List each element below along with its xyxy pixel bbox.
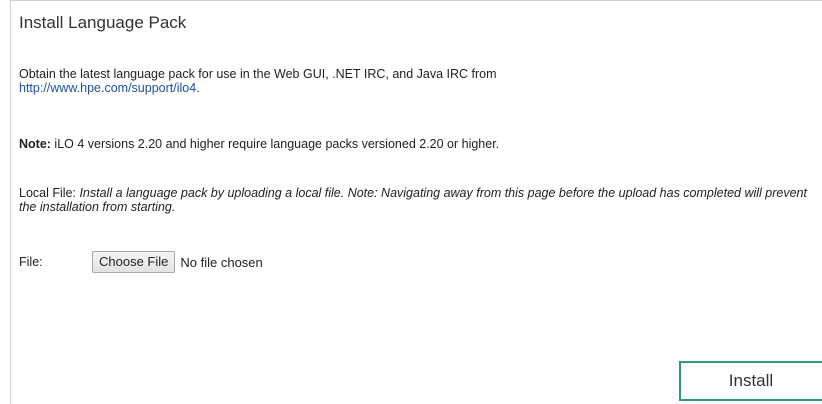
install-language-pack-panel: Install Language Pack Obtain the latest … — [10, 0, 822, 404]
file-input-row: File: Choose File No file chosen — [19, 251, 263, 273]
note-label: Note: — [19, 137, 51, 151]
support-link[interactable]: http://www.hpe.com/support/ilo4 — [19, 81, 196, 95]
install-button[interactable]: Install — [679, 361, 822, 401]
intro-text: Obtain the latest language pack for use … — [19, 67, 497, 81]
local-file-paragraph: Local File: Install a language pack by u… — [19, 186, 819, 214]
note-text: iLO 4 versions 2.20 and higher require l… — [50, 137, 500, 151]
choose-file-button[interactable]: Choose File — [92, 251, 176, 273]
intro-suffix: . — [196, 81, 200, 95]
intro-paragraph: Obtain the latest language pack for use … — [19, 67, 819, 95]
file-status: No file chosen — [180, 254, 263, 270]
file-label: File: — [19, 255, 43, 269]
note-paragraph: Note: iLO 4 versions 2.20 and higher req… — [19, 137, 819, 151]
local-file-label: Local File: — [19, 186, 80, 200]
section-title: Install Language Pack — [19, 13, 187, 32]
local-file-instructions: Install a language pack by uploading a l… — [19, 186, 807, 214]
